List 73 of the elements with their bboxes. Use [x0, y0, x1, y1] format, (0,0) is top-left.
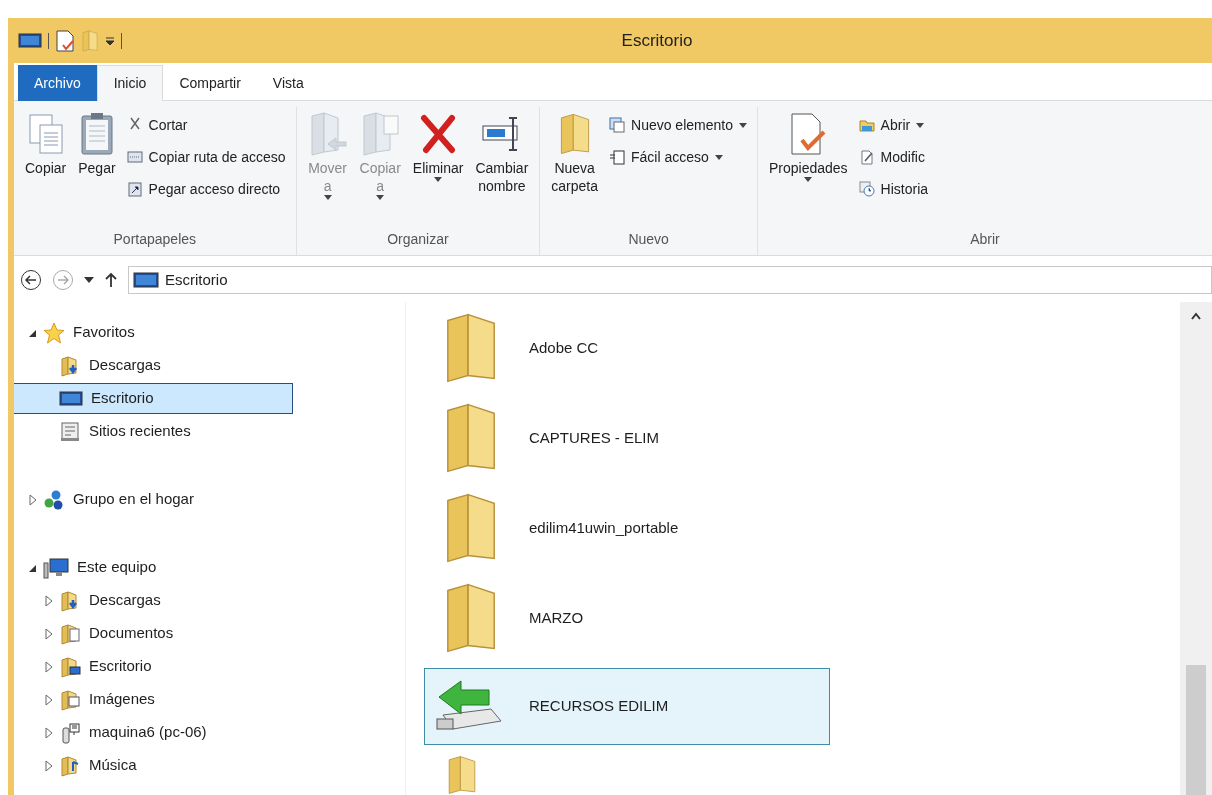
new-item-icon	[609, 117, 625, 133]
ribbon-tab[interactable]: Inicio	[96, 65, 164, 101]
easy-access-icon	[609, 149, 625, 165]
path-icon	[126, 149, 143, 165]
window-title: Escritorio	[621, 30, 693, 53]
scrollbar-thumb[interactable]	[1186, 665, 1206, 795]
recent-places-icon	[59, 420, 81, 443]
recent-locations-icon[interactable]	[84, 277, 94, 283]
ribbon-small-button[interactable]: Abrir	[858, 111, 929, 139]
nav-item[interactable]: Este equipo	[40, 552, 166, 583]
customize-dropdown-icon[interactable]	[105, 36, 115, 46]
group-label: Portapapeles	[112, 230, 198, 249]
group-label: Organizar	[386, 230, 450, 249]
network-drive-icon	[59, 721, 81, 744]
ribbon-button[interactable]: Propiedades	[763, 107, 853, 229]
file-item[interactable]: CAPTURES - ELIM	[424, 398, 830, 478]
pencil-icon	[858, 149, 875, 165]
file-item[interactable]: edilim41uwin_portable	[424, 488, 830, 568]
group-label: Abrir	[969, 230, 1001, 249]
file-item[interactable]: MARZO	[424, 578, 830, 658]
ribbon-button[interactable]: Eliminar	[407, 107, 469, 229]
history-icon	[858, 181, 875, 197]
file-item[interactable]: Adobe CC	[424, 308, 830, 388]
ribbon-button[interactable]: Cambiar nombre	[470, 107, 534, 229]
nav-item[interactable]: Escritorio	[14, 383, 293, 414]
documents-folder-icon	[59, 622, 81, 645]
nav-item[interactable]: Documentos	[56, 618, 183, 649]
documents-icon	[27, 113, 64, 155]
scroll-up-icon[interactable]	[1191, 312, 1201, 320]
ribbon-tab[interactable]: Vista	[256, 65, 320, 101]
folder-document-icon	[360, 112, 401, 156]
ribbon-button[interactable]: Copiar	[20, 107, 72, 229]
up-arrow-icon[interactable]	[104, 272, 118, 288]
star-icon	[43, 321, 65, 344]
forward-button-icon[interactable]	[52, 269, 74, 291]
monitor-icon	[133, 271, 159, 289]
nav-item[interactable]: Escritorio	[56, 651, 161, 682]
desktop-folder-icon	[59, 655, 81, 678]
back-button-icon[interactable]	[20, 269, 42, 291]
ribbon-small-button[interactable]: Modific	[858, 143, 929, 171]
monitor-icon	[59, 388, 83, 409]
ribbon-button[interactable]: Nueva carpeta	[546, 107, 603, 229]
homegroup-icon	[43, 488, 65, 511]
nav-item[interactable]: maquina6 (pc-06)	[56, 717, 216, 748]
nav-item[interactable]: Descargas	[56, 350, 170, 381]
group-label: Nuevo	[627, 230, 670, 249]
ribbon-small-button[interactable]: Fácil acceso	[609, 143, 747, 171]
ribbon-small-button[interactable]: Copiar ruta de acceso	[126, 143, 286, 171]
file-item[interactable]: RECURSOS EDILIM	[424, 668, 830, 745]
clipboard-icon	[79, 112, 114, 156]
ribbon-tab[interactable]: Archivo	[18, 65, 97, 101]
monitor-icon[interactable]	[18, 32, 42, 50]
new-folder-icon	[81, 30, 99, 52]
ribbon-small-button[interactable]: Nuevo elemento	[609, 111, 747, 139]
folder-icon	[858, 117, 875, 133]
music-folder-icon	[59, 754, 81, 777]
properties-icon[interactable]	[55, 30, 75, 52]
computer-icon	[43, 556, 69, 579]
nav-item[interactable]: Sitios recientes	[56, 416, 200, 447]
ribbon-button[interactable]: Pegar	[73, 107, 121, 229]
scrollbar[interactable]	[1180, 302, 1212, 795]
nav-item[interactable]: Imágenes	[56, 684, 164, 715]
nav-item[interactable]: Música	[56, 750, 146, 781]
address-bar[interactable]: Escritorio	[128, 266, 1212, 294]
ribbon-small-button[interactable]: Historia	[858, 175, 929, 203]
ribbon-small-button[interactable]: Cortar	[126, 111, 286, 139]
shortcut-icon	[126, 181, 143, 197]
ribbon-tab[interactable]: Compartir	[163, 65, 257, 101]
nav-item[interactable]: Descargas	[56, 585, 170, 616]
nav-item[interactable]: Grupo en el hogar	[40, 484, 203, 515]
ribbon-small-button[interactable]: Pegar acceso directo	[126, 175, 286, 203]
nav-item[interactable]: Favoritos	[40, 317, 144, 348]
pictures-folder-icon	[59, 688, 81, 711]
